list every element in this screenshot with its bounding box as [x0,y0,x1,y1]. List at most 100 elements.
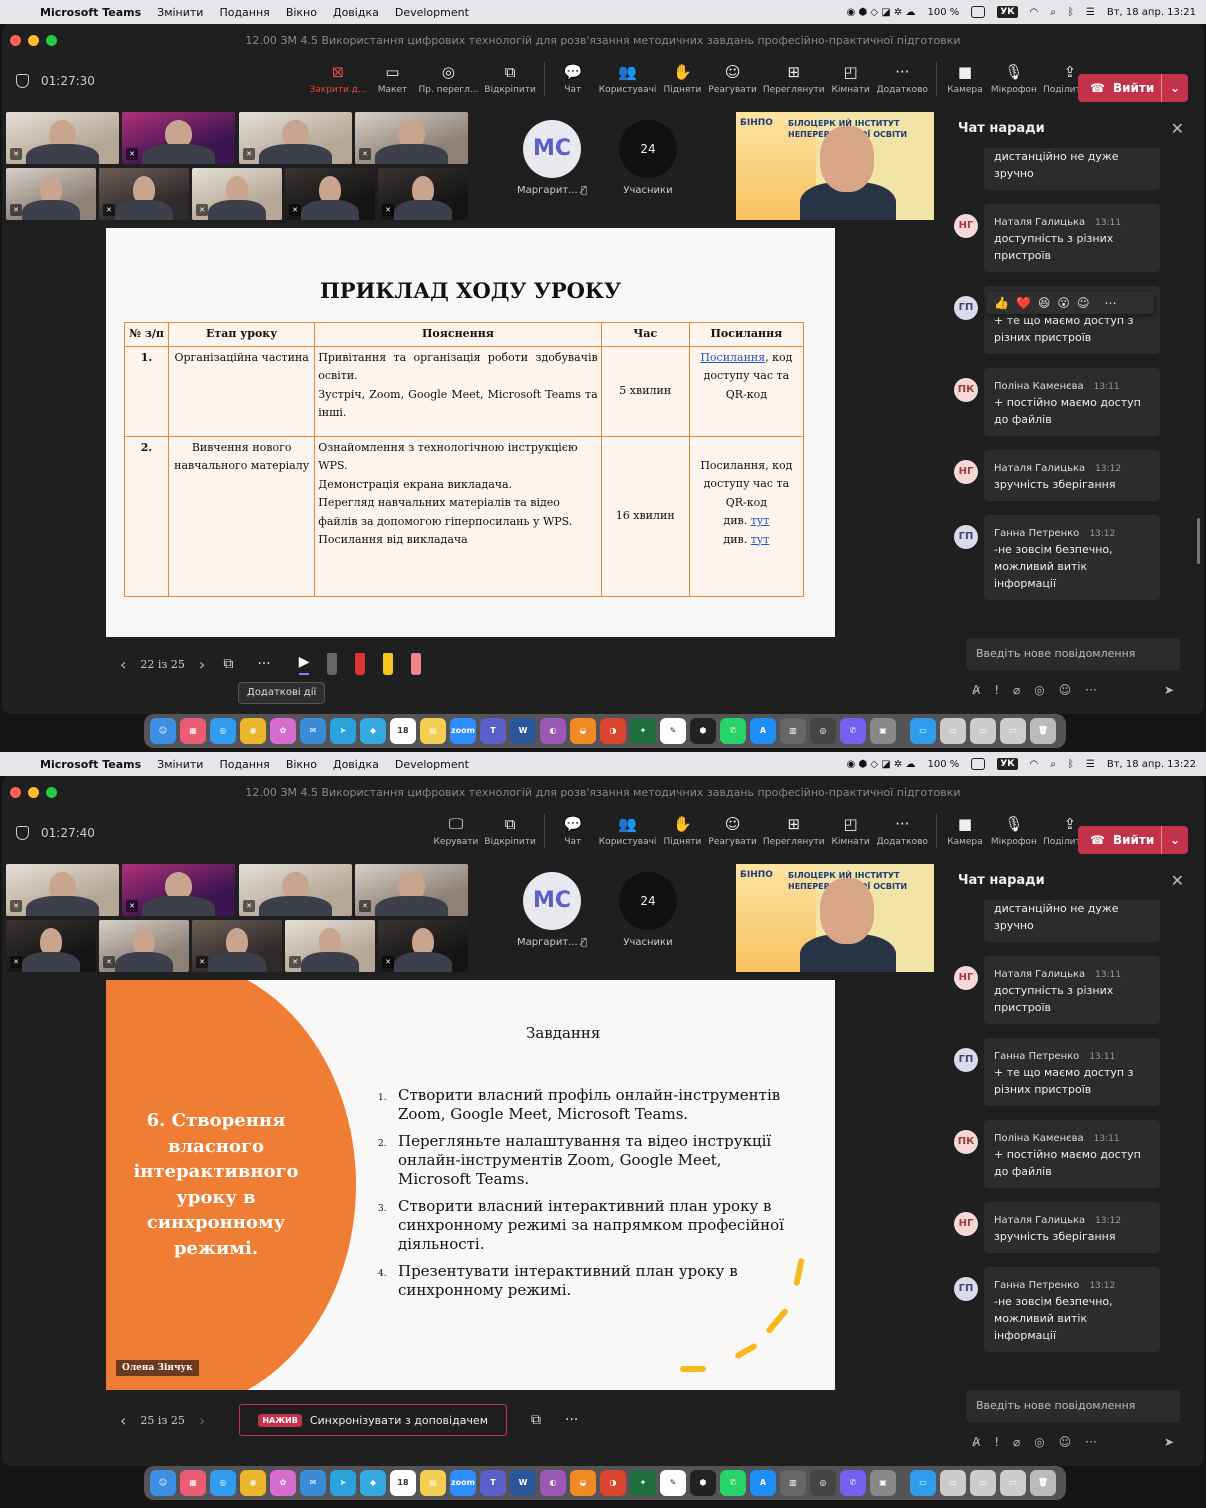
menu-app-name[interactable]: Microsoft Teams [40,758,141,771]
telegram-icon[interactable]: ➤ [330,1470,356,1496]
participants-tile[interactable]: 24 Учасники [614,872,682,948]
menu-app-name[interactable]: Microsoft Teams [40,6,141,19]
menu-view[interactable]: Подання [219,6,269,19]
layout-button[interactable]: ▭ Макет [372,62,412,95]
rooms-button[interactable]: ◰ Кімнати [831,62,871,95]
app-icon[interactable]: ◑ [600,1470,626,1496]
app-icon[interactable]: ◒ [570,718,596,744]
video-tile[interactable]: ✕ [355,112,468,164]
trash-icon[interactable]: 🗑 [1030,1470,1056,1496]
word-icon[interactable]: W [510,718,536,744]
spotlight-icon[interactable]: ⌕ [1050,7,1056,18]
finder-icon[interactable]: ☺ [150,1470,176,1496]
notes-icon[interactable]: ▤ [420,1470,446,1496]
participant-avatar-tile[interactable]: МС Маргарит... 🎙̸ [514,120,590,196]
participants-tile[interactable]: 24 Учасники [614,120,682,196]
chat-message[interactable]: НГ Наталя Галицька 13:11 доступність з різн… [954,204,1160,272]
message-input[interactable]: Введіть нове повідомлення [966,638,1180,670]
video-tile[interactable]: ✕ [6,112,119,164]
menu-view[interactable]: Подання [219,758,269,771]
window-thumb-icon[interactable]: ▭ [1000,1470,1026,1496]
window-thumb-icon[interactable]: ▭ [940,1470,966,1496]
whatsapp-icon[interactable]: ✆ [720,718,746,744]
viber-icon[interactable]: ✆ [840,1470,866,1496]
app-icon[interactable]: ◎ [810,1470,836,1496]
chat-message[interactable]: ГП Ганна Петренко 13:12 -не зовсім безпечно… [954,515,1160,600]
here-link[interactable]: тут [751,514,770,527]
photos-icon[interactable]: ✿ [270,1470,296,1496]
menu-development[interactable]: Development [395,758,469,771]
more-button[interactable]: ··· Додатково [877,62,928,95]
presenter-view-button[interactable]: ◎ Пр. перегл... [418,62,478,95]
calendar-icon[interactable]: 18 [390,1470,416,1496]
app-icon[interactable]: ◑ [600,718,626,744]
view-button[interactable]: ⊞ Переглянути [763,814,825,847]
mic-button[interactable]: 🎙 Мікрофон [991,814,1037,847]
people-button[interactable]: 👥 Користувачі [599,814,657,847]
next-slide-icon[interactable]: › [199,655,205,674]
chat-scrollbar[interactable] [1197,518,1200,564]
chat-button[interactable]: 💬 Чат [553,62,593,95]
format-icon[interactable]: A̷ [972,683,980,697]
app-icon[interactable]: ◆ [360,718,386,744]
folder-icon[interactable]: ▭ [910,718,936,744]
chat-messages[interactable]: дистанційно не дуже зручно НГ Наталя Гали… [942,900,1204,1370]
video-tile[interactable]: ✕ [192,168,282,220]
bluetooth-icon[interactable]: ᛒ [1068,759,1074,770]
window-thumb-icon[interactable]: ▭ [970,718,996,744]
menu-development[interactable]: Development [395,6,469,19]
teams-icon[interactable]: T [480,718,506,744]
battery-icon[interactable] [971,758,986,770]
status-icons[interactable]: ◉ ⬢ ◇ ◪ ✲ ☁ [847,7,916,18]
menu-window[interactable]: Вікно [286,6,317,19]
chat-message[interactable]: ГП Ганна Петренко 13:11 + те що маємо досту… [954,1038,1160,1106]
appstore-icon[interactable]: A [750,718,776,744]
chat-messages[interactable]: дистанційно не дуже зручно НГ Наталя Гали… [942,148,1204,618]
leave-button[interactable]: ☎ Вийти ⌄ [1078,74,1188,102]
app-icon[interactable]: ◐ [540,718,566,744]
zoom-icon[interactable]: zoom [450,718,476,744]
finder-icon[interactable]: ☺ [150,718,176,744]
sync-with-presenter-button[interactable]: НАЖИВ Синхронізувати з доповідачем [239,1404,507,1436]
surprised-reaction-icon[interactable]: 😮 [1057,296,1070,310]
mail-icon[interactable]: ✉ [300,1470,326,1496]
popout-button[interactable]: ⧉ Відкріпити [484,62,535,95]
pen-red-icon[interactable] [355,653,366,675]
eraser-icon[interactable] [411,653,422,675]
mic-button[interactable]: 🎙 Мікрофон [991,62,1037,95]
whatsapp-icon[interactable]: ✆ [720,1470,746,1496]
prev-slide-icon[interactable]: ‹ [120,655,126,674]
chevron-down-icon[interactable]: ⌄ [1160,74,1188,102]
chevron-down-icon[interactable]: ⌄ [1160,826,1188,854]
raise-hand-button[interactable]: ✋ Підняти [662,814,702,847]
video-tile[interactable]: ✕ [6,864,119,916]
lesson-link[interactable]: Посилання [700,351,765,364]
menu-help[interactable]: Довідка [333,6,379,19]
participant-avatar-tile[interactable]: МС Маргарит... 🎙̸ [514,872,590,948]
app-icon[interactable]: ✦ [630,1470,656,1496]
preview-icon[interactable]: ▣ [870,718,896,744]
window-thumb-icon[interactable]: ▭ [970,1470,996,1496]
important-icon[interactable]: ! [994,683,999,697]
emoji-icon[interactable]: ☺ [1059,683,1072,697]
important-icon[interactable]: ! [994,1435,999,1449]
menu-edit[interactable]: Змінити [157,6,203,19]
video-tile[interactable]: ✕ [285,168,375,220]
control-center-icon[interactable]: ☰ [1086,7,1095,18]
here-link[interactable]: тут [751,533,770,546]
attach-icon[interactable]: ⌀ [1013,683,1020,697]
wifi-icon[interactable]: ◠ [1030,759,1039,770]
react-button[interactable]: ☺ Реагувати [708,62,756,95]
prev-slide-icon[interactable]: ‹ [120,1411,126,1430]
send-icon[interactable]: ➤ [1164,1435,1174,1449]
camera-button[interactable]: ■ Камера [945,814,985,847]
more-icon[interactable]: ··· [1085,1435,1096,1449]
camera-button[interactable]: ■ Камера [945,62,985,95]
active-speaker-video[interactable]: БІНПО БІЛОЦЕРК ИЙ ІНСТИТУТ НЕПЕРЕРВ СІЙН… [736,864,934,972]
viber-icon[interactable]: ✆ [840,718,866,744]
calculator-icon[interactable]: ▥ [780,718,806,744]
message-input[interactable]: Введіть нове повідомлення [966,1390,1180,1422]
more-actions-icon[interactable]: ··· [257,656,270,672]
preview-icon[interactable]: ▣ [870,1470,896,1496]
rooms-button[interactable]: ◰ Кімнати [831,814,871,847]
